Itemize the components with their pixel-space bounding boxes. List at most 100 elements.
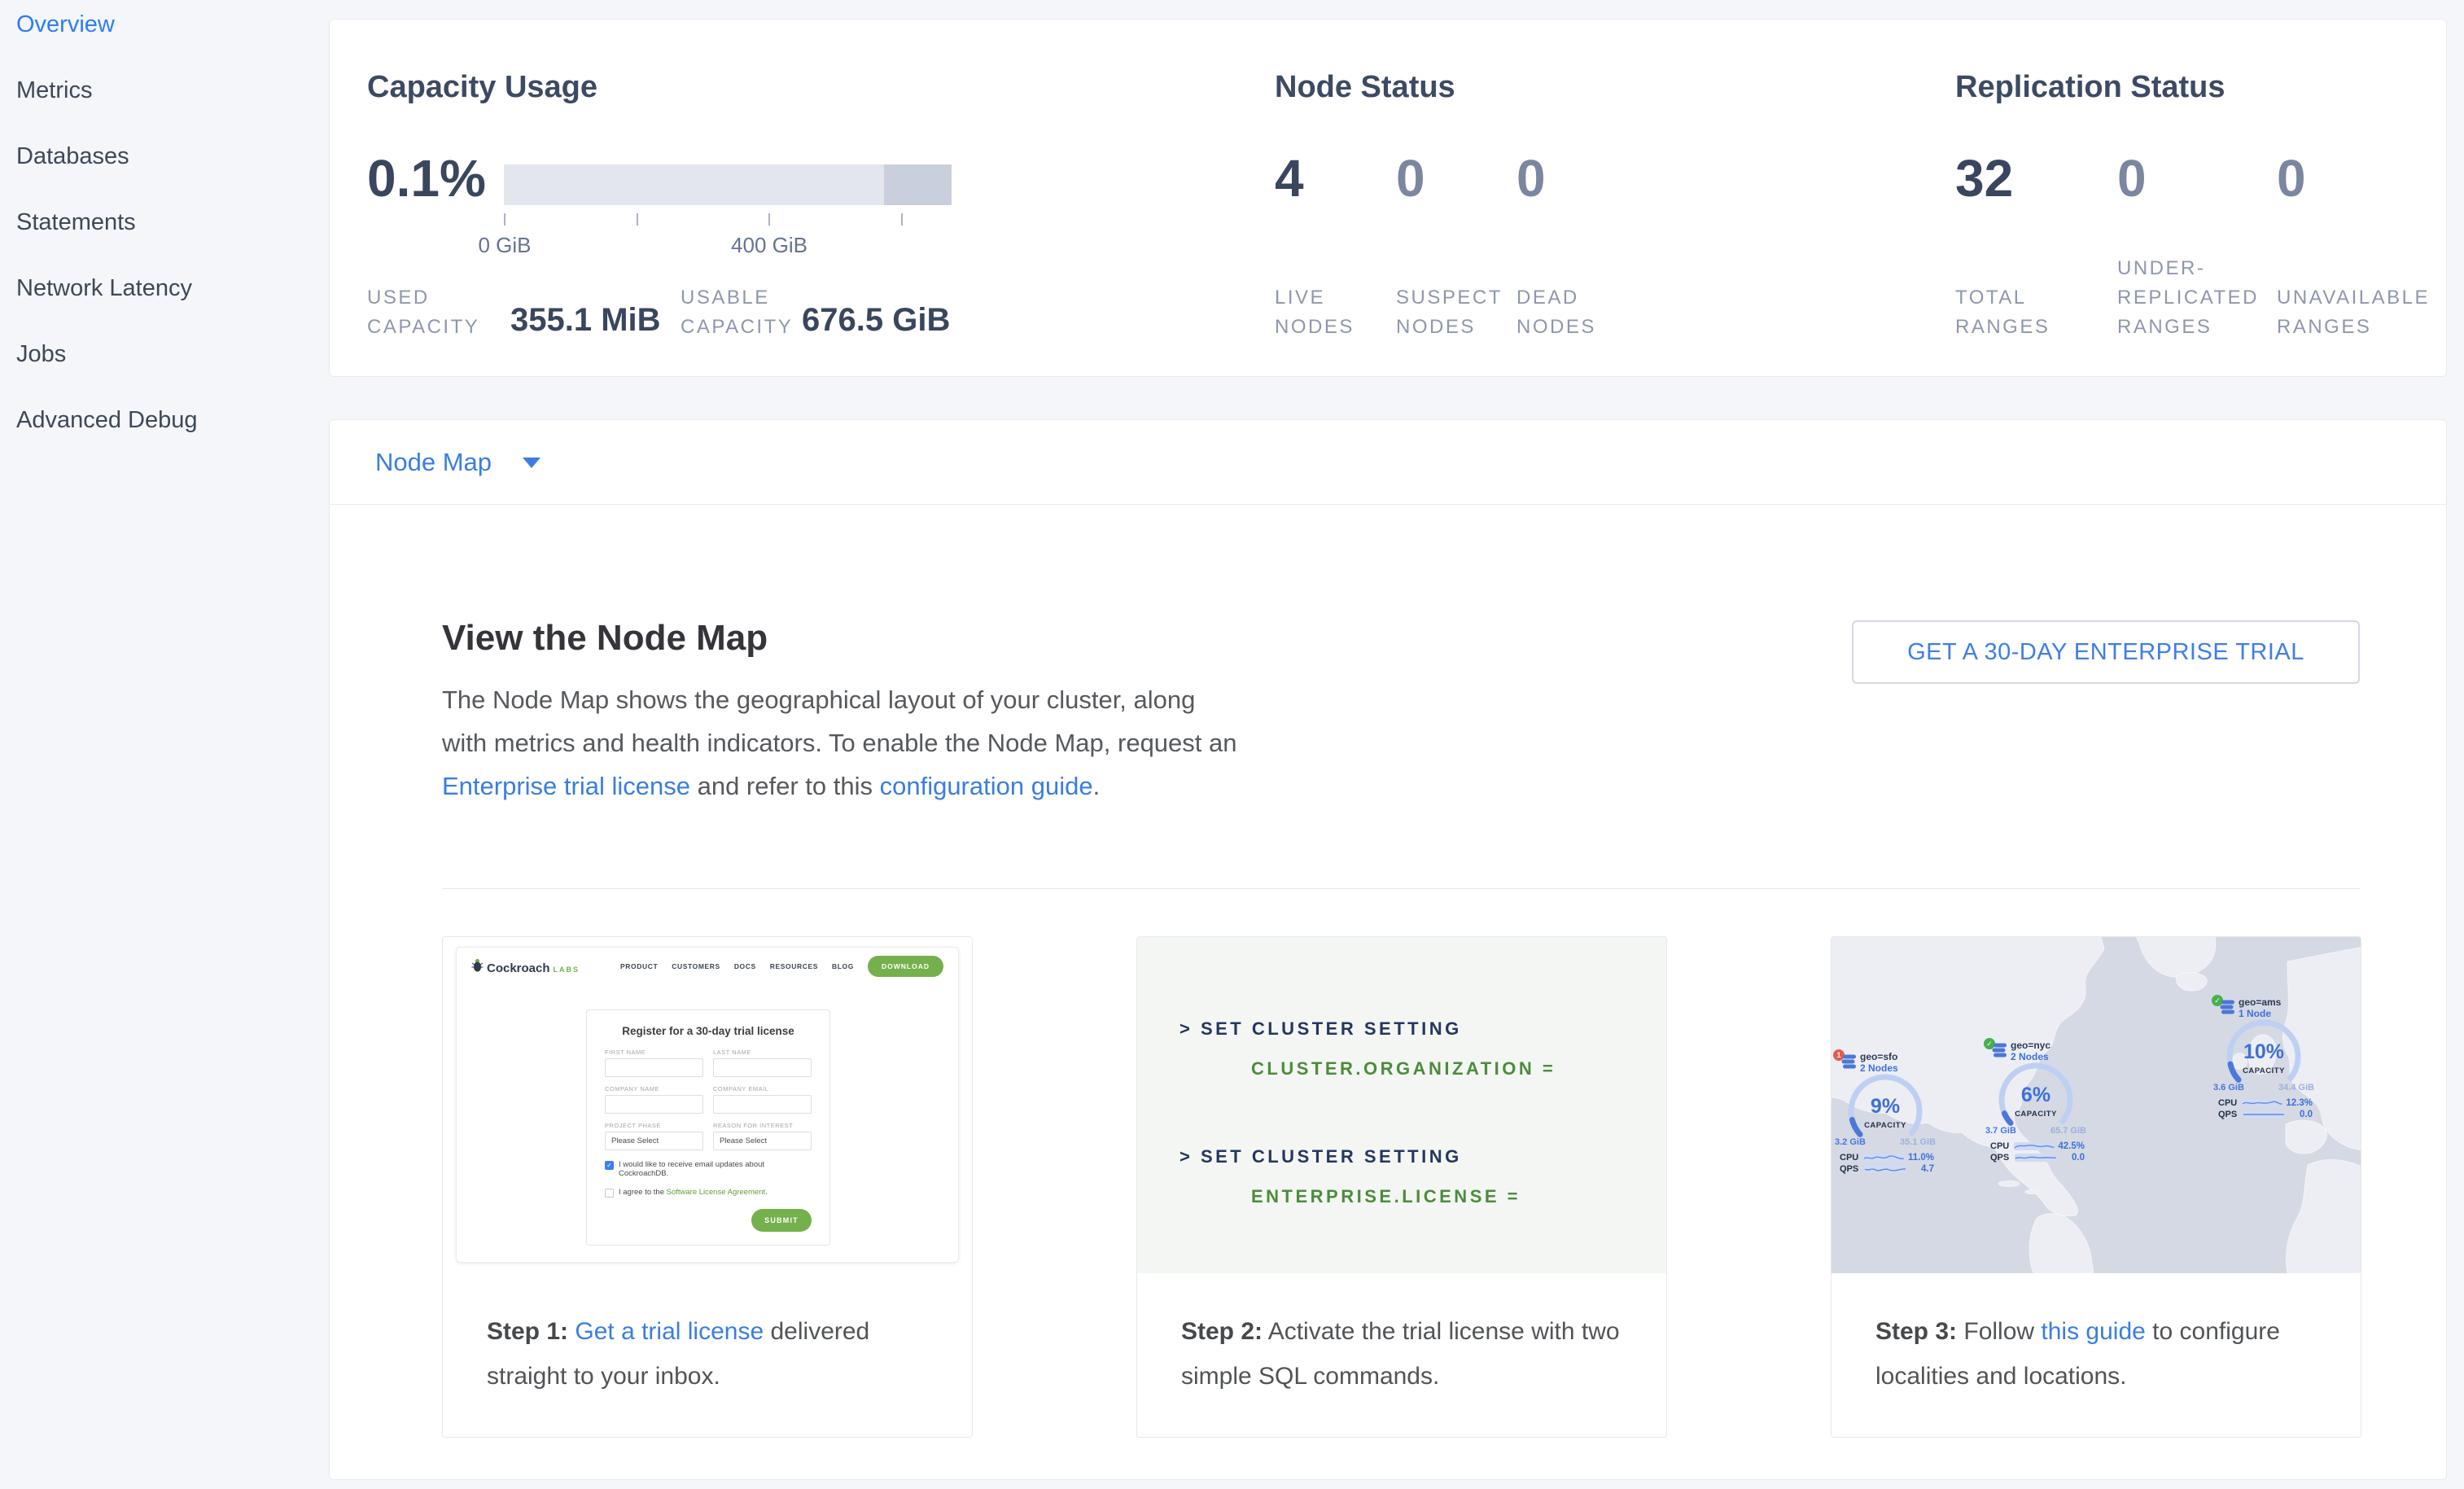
total-ranges-label: TOTALRANGES — [1955, 283, 2050, 342]
cluster-summary-panel: Capacity Usage 0.1% 0 GiB 400 GiB USEDCA… — [329, 19, 2447, 377]
map-node-ams: ✓ geo=ams 1 Node 10% CAPACITY — [2212, 995, 2316, 1099]
mini-company-email-field — [713, 1095, 812, 1114]
mini-nav-blog: BLOG — [832, 962, 854, 970]
ams-qps-value: 0.0 — [2300, 1110, 2313, 1119]
section-divider — [442, 888, 2360, 889]
capacity-tick-400gib: 400 GiB — [731, 233, 807, 258]
sidebar-item-metrics[interactable]: Metrics — [16, 66, 92, 115]
step2-card: > SET CLUSTER SETTING CLUSTER.ORGANIZATI… — [1136, 936, 1667, 1438]
capacity-gauge-bar — [504, 164, 952, 205]
get-enterprise-trial-button[interactable]: GET A 30-DAY ENTERPRISE TRIAL — [1852, 620, 2360, 684]
dead-nodes-count: 0 — [1516, 148, 1546, 208]
mini-reason-select: Please Select — [713, 1132, 812, 1150]
ams-capacity-percent: 10% — [2212, 1040, 2316, 1064]
mini-nav-docs: DOCS — [734, 962, 756, 970]
replication-status-title: Replication Status — [1955, 70, 2225, 105]
mini-nav-product: PRODUCT — [620, 962, 658, 970]
sfo-qps-value: 4.7 — [1921, 1164, 1934, 1174]
step2-caption: Step 2: Activate the trial license with … — [1137, 1273, 1666, 1437]
suspect-nodes-label: SUSPECTNODES — [1396, 283, 1503, 342]
ams-locality-label: geo=ams — [2239, 996, 2281, 1008]
mini-agree-checkbox — [605, 1189, 614, 1198]
capacity-gauge-axis: 0 GiB 400 GiB — [504, 213, 952, 262]
ams-total-capacity: 34.4 GiB — [2278, 1083, 2314, 1093]
view-selector-bar: Node Map — [330, 420, 2446, 505]
mini-nav-resources: RESOURCES — [770, 962, 818, 970]
step2-sql-snippet: > SET CLUSTER SETTING CLUSTER.ORGANIZATI… — [1137, 937, 1666, 1273]
node-status-title: Node Status — [1275, 70, 1455, 105]
cpu-sparkline — [1863, 1154, 1905, 1162]
used-capacity-label: USEDCAPACITY — [367, 283, 479, 342]
get-trial-license-link[interactable]: Get a trial license — [575, 1318, 764, 1345]
sql-line-4: ENTERPRISE.LICENSE = — [1179, 1176, 1666, 1216]
enterprise-trial-license-link[interactable]: Enterprise trial license — [442, 772, 690, 800]
mini-project-phase-select: Please Select — [605, 1132, 703, 1150]
nyc-cpu-value: 42.5% — [2058, 1141, 2085, 1151]
qps-sparkline — [2243, 1110, 2285, 1119]
sfo-used-capacity: 3.2 GiB — [1835, 1137, 1866, 1147]
capacity-percent: 0.1% — [367, 148, 486, 208]
under-replicated-ranges-label: UNDER-REPLICATEDRANGES — [2117, 254, 2259, 342]
map-node-nyc: ✓ geo=nyc 2 Nodes 6% CAPACITY — [1984, 1038, 2088, 1142]
sidebar-item-network-latency[interactable]: Network Latency — [16, 264, 192, 313]
qps-sparkline — [2015, 1154, 2057, 1162]
mini-submit-button: SUBMIT — [751, 1209, 812, 1232]
trial-license-form: Register for a 30-day trial license FIRS… — [586, 1009, 830, 1246]
sidebar-item-statements[interactable]: Statements — [16, 198, 136, 247]
under-replicated-ranges-count: 0 — [2117, 148, 2147, 208]
node-map-panel: Node Map View the Node Map The Node Map … — [329, 419, 2447, 1480]
step1-registration-screenshot: Cockroach LABS PRODUCT CUSTOMERS DOCS RE… — [443, 937, 972, 1273]
total-ranges-count: 32 — [1955, 148, 2013, 208]
node-map-description: The Node Map shows the geographical layo… — [442, 678, 1244, 808]
chevron-down-icon — [523, 458, 541, 468]
sfo-cpu-value: 11.0% — [1908, 1153, 1934, 1163]
this-guide-link[interactable]: this guide — [2041, 1318, 2145, 1345]
capacity-gauge-nonusable-segment — [884, 164, 952, 205]
usable-capacity-label: USABLECAPACITY — [681, 283, 793, 342]
mini-first-name-field — [605, 1058, 703, 1077]
nyc-capacity-percent: 6% — [1984, 1084, 2088, 1107]
live-nodes-label: LIVENODES — [1275, 283, 1355, 342]
sql-line-2: CLUSTER.ORGANIZATION = — [1179, 1049, 1666, 1088]
capacity-tick-0gib: 0 GiB — [478, 233, 531, 258]
ams-used-capacity: 3.6 GiB — [2213, 1083, 2244, 1093]
cockroach-labs-logo: Cockroach LABS — [471, 958, 580, 975]
mini-download-button: DOWNLOAD — [868, 956, 943, 977]
step3-node-map-preview: 1 geo=sfo 2 Nodes 9% CAPACITY — [1832, 937, 2361, 1273]
sidebar-item-advanced-debug[interactable]: Advanced Debug — [16, 396, 198, 445]
suspect-nodes-count: 0 — [1396, 148, 1425, 208]
sql-line-1: > SET CLUSTER SETTING — [1179, 1009, 1666, 1049]
page-title: View the Node Map — [442, 618, 768, 659]
usable-capacity-value: 676.5 GiB — [802, 302, 950, 339]
capacity-usage-title: Capacity Usage — [367, 70, 597, 105]
configuration-guide-link[interactable]: configuration guide — [880, 772, 1093, 800]
node-map-dropdown[interactable]: Node Map — [375, 420, 541, 505]
mini-nav-customers: CUSTOMERS — [672, 962, 720, 970]
map-node-sfo: 1 geo=sfo 2 Nodes 9% CAPACITY — [1833, 1049, 1937, 1154]
database-icon — [1992, 1042, 2008, 1058]
step1-caption: Step 1: Get a trial license delivered st… — [443, 1273, 972, 1437]
ams-cpu-value: 12.3% — [2286, 1098, 2313, 1108]
step1-card: Cockroach LABS PRODUCT CUSTOMERS DOCS RE… — [442, 936, 973, 1438]
mini-updates-checkbox: ✓ — [605, 1161, 614, 1170]
node-map-dropdown-label: Node Map — [375, 448, 492, 477]
nyc-used-capacity: 3.7 GiB — [1985, 1126, 2016, 1136]
unavailable-ranges-label: UNAVAILABLERANGES — [2277, 283, 2430, 342]
sidebar-item-overview[interactable]: Overview — [16, 0, 115, 49]
database-icon — [2220, 999, 2236, 1015]
sidebar-item-jobs[interactable]: Jobs — [16, 330, 66, 379]
mini-company-name-field — [605, 1095, 703, 1114]
mini-license-agreement-link: Software License Agreement — [667, 1188, 765, 1197]
qps-sparkline — [1864, 1165, 1906, 1173]
step3-caption: Step 3: Follow this guide to configure l… — [1832, 1273, 2361, 1437]
sfo-locality-label: geo=sfo — [1860, 1051, 1897, 1062]
cpu-sparkline — [2242, 1099, 2282, 1107]
unavailable-ranges-count: 0 — [2277, 148, 2306, 208]
sidebar-item-databases[interactable]: Databases — [16, 132, 129, 181]
sidebar: Overview Metrics Databases Statements Ne… — [0, 0, 326, 1489]
sfo-capacity-percent: 9% — [1833, 1095, 1937, 1119]
mini-last-name-field — [713, 1058, 812, 1077]
cockroach-bug-icon — [471, 958, 484, 972]
nyc-locality-label: geo=nyc — [2011, 1040, 2050, 1051]
cpu-sparkline — [2014, 1142, 2055, 1150]
